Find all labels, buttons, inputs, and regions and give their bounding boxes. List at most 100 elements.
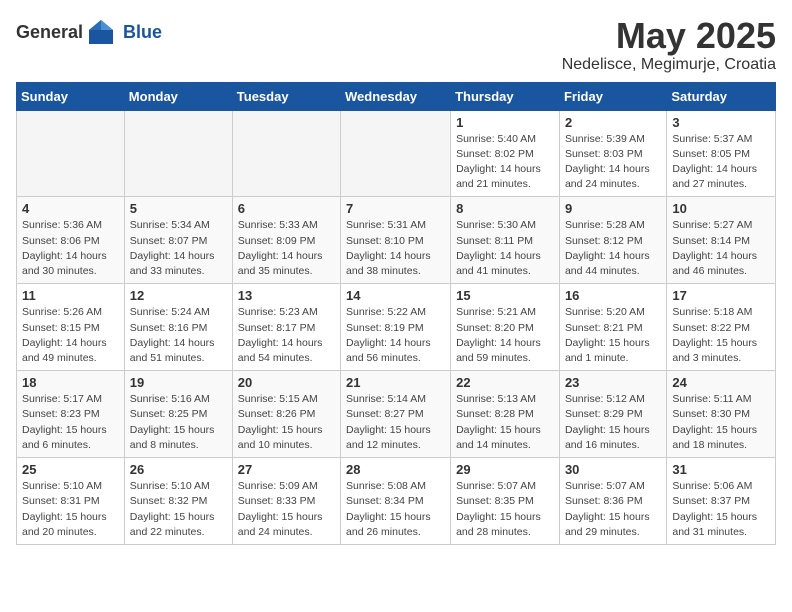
day-number: 23: [565, 375, 661, 390]
logo-icon: [85, 16, 117, 48]
day-number: 19: [130, 375, 227, 390]
day-cell-12: 12Sunrise: 5:24 AMSunset: 8:16 PMDayligh…: [124, 284, 232, 371]
logo-general: General: [16, 22, 83, 43]
day-cell-26: 26 Sunrise: 5:10 AMSunset: 8:32 PMDayligh…: [124, 458, 232, 545]
weekday-header-wednesday: Wednesday: [341, 82, 451, 110]
day-info: Sunrise: 5:39 AMSunset: 8:03 PMDaylight:…: [565, 132, 661, 193]
day-cell-21: 21 Sunrise: 5:14 AMSunset: 8:27 PMDayligh…: [341, 371, 451, 458]
day-info: Sunrise: 5:31 AMSunset: 8:10 PMDaylight:…: [346, 218, 445, 279]
day-cell-17: 17Sunrise: 5:18 AMSunset: 8:22 PMDayligh…: [667, 284, 776, 371]
day-info: Sunrise: 5:23 AMSunset: 8:17 PMDaylight:…: [238, 305, 335, 366]
day-info: Sunrise: 5:15 AMSunset: 8:26 PMDaylight:…: [238, 392, 335, 453]
week-row-2: 4Sunrise: 5:36 AMSunset: 8:06 PMDaylight…: [17, 197, 776, 284]
day-cell-7: 7 Sunrise: 5:31 AMSunset: 8:10 PMDaylight…: [341, 197, 451, 284]
week-row-1: 1 Sunrise: 5:40 AMSunset: 8:02 PMDaylight…: [17, 110, 776, 197]
day-number: 29: [456, 462, 554, 477]
day-number: 5: [130, 201, 227, 216]
day-number: 1: [456, 115, 554, 130]
day-info: Sunrise: 5:36 AMSunset: 8:06 PMDaylight:…: [22, 218, 119, 279]
day-info: Sunrise: 5:10 AMSunset: 8:31 PMDaylight:…: [22, 479, 119, 540]
day-number: 15: [456, 288, 554, 303]
day-number: 17: [672, 288, 770, 303]
day-cell-3: 3Sunrise: 5:37 AMSunset: 8:05 PMDaylight…: [667, 110, 776, 197]
day-info: Sunrise: 5:21 AMSunset: 8:20 PMDaylight:…: [456, 305, 554, 366]
day-cell-25: 25 Sunrise: 5:10 AMSunset: 8:31 PMDayligh…: [17, 458, 125, 545]
day-number: 16: [565, 288, 661, 303]
day-cell-28: 28 Sunrise: 5:08 AMSunset: 8:34 PMDayligh…: [341, 458, 451, 545]
day-info: Sunrise: 5:11 AMSunset: 8:30 PMDaylight:…: [672, 392, 770, 453]
day-number: 7: [346, 201, 445, 216]
day-info: Sunrise: 5:30 AMSunset: 8:11 PMDaylight:…: [456, 218, 554, 279]
day-cell-6: 6Sunrise: 5:33 AMSunset: 8:09 PMDaylight…: [232, 197, 340, 284]
day-info: Sunrise: 5:26 AMSunset: 8:15 PMDaylight:…: [22, 305, 119, 366]
header: General Blue May 2025 Nedelisce, Megimur…: [16, 16, 776, 74]
day-info: Sunrise: 5:27 AMSunset: 8:14 PMDaylight:…: [672, 218, 770, 279]
day-number: 21: [346, 375, 445, 390]
location-title: Nedelisce, Megimurje, Croatia: [562, 56, 776, 74]
logo: General Blue: [16, 16, 162, 48]
day-info: Sunrise: 5:06 AMSunset: 8:37 PMDaylight:…: [672, 479, 770, 540]
day-number: 8: [456, 201, 554, 216]
day-cell-empty-1: [124, 110, 232, 197]
day-info: Sunrise: 5:40 AMSunset: 8:02 PMDaylight:…: [456, 132, 554, 193]
day-cell-empty-0: [17, 110, 125, 197]
day-number: 28: [346, 462, 445, 477]
day-info: Sunrise: 5:17 AMSunset: 8:23 PMDaylight:…: [22, 392, 119, 453]
day-info: Sunrise: 5:20 AMSunset: 8:21 PMDaylight:…: [565, 305, 661, 366]
logo-blue: Blue: [123, 22, 162, 42]
day-info: Sunrise: 5:07 AMSunset: 8:35 PMDaylight:…: [456, 479, 554, 540]
day-number: 9: [565, 201, 661, 216]
day-cell-2: 2 Sunrise: 5:39 AMSunset: 8:03 PMDaylight…: [559, 110, 666, 197]
day-info: Sunrise: 5:13 AMSunset: 8:28 PMDaylight:…: [456, 392, 554, 453]
day-number: 20: [238, 375, 335, 390]
day-number: 26: [130, 462, 227, 477]
day-cell-11: 11Sunrise: 5:26 AMSunset: 8:15 PMDayligh…: [17, 284, 125, 371]
day-cell-31: 31 Sunrise: 5:06 AMSunset: 8:37 PMDayligh…: [667, 458, 776, 545]
day-number: 2: [565, 115, 661, 130]
weekday-header-thursday: Thursday: [451, 82, 560, 110]
day-number: 14: [346, 288, 445, 303]
day-cell-1: 1 Sunrise: 5:40 AMSunset: 8:02 PMDaylight…: [451, 110, 560, 197]
day-number: 25: [22, 462, 119, 477]
day-number: 27: [238, 462, 335, 477]
day-info: Sunrise: 5:34 AMSunset: 8:07 PMDaylight:…: [130, 218, 227, 279]
calendar-table: SundayMondayTuesdayWednesdayThursdayFrid…: [16, 82, 776, 545]
day-info: Sunrise: 5:28 AMSunset: 8:12 PMDaylight:…: [565, 218, 661, 279]
day-cell-29: 29 Sunrise: 5:07 AMSunset: 8:35 PMDayligh…: [451, 458, 560, 545]
month-title: May 2025: [562, 16, 776, 56]
day-number: 12: [130, 288, 227, 303]
day-info: Sunrise: 5:08 AMSunset: 8:34 PMDaylight:…: [346, 479, 445, 540]
day-number: 10: [672, 201, 770, 216]
day-info: Sunrise: 5:10 AMSunset: 8:32 PMDaylight:…: [130, 479, 227, 540]
week-row-5: 25 Sunrise: 5:10 AMSunset: 8:31 PMDayligh…: [17, 458, 776, 545]
day-number: 6: [238, 201, 335, 216]
day-cell-empty-3: [341, 110, 451, 197]
day-info: Sunrise: 5:16 AMSunset: 8:25 PMDaylight:…: [130, 392, 227, 453]
day-info: Sunrise: 5:12 AMSunset: 8:29 PMDaylight:…: [565, 392, 661, 453]
day-cell-4: 4Sunrise: 5:36 AMSunset: 8:06 PMDaylight…: [17, 197, 125, 284]
day-info: Sunrise: 5:14 AMSunset: 8:27 PMDaylight:…: [346, 392, 445, 453]
day-cell-24: 24 Sunrise: 5:11 AMSunset: 8:30 PMDayligh…: [667, 371, 776, 458]
day-cell-20: 20 Sunrise: 5:15 AMSunset: 8:26 PMDayligh…: [232, 371, 340, 458]
weekday-header-friday: Friday: [559, 82, 666, 110]
day-number: 31: [672, 462, 770, 477]
day-cell-9: 9 Sunrise: 5:28 AMSunset: 8:12 PMDaylight…: [559, 197, 666, 284]
day-number: 13: [238, 288, 335, 303]
day-cell-8: 8 Sunrise: 5:30 AMSunset: 8:11 PMDaylight…: [451, 197, 560, 284]
weekday-header-sunday: Sunday: [17, 82, 125, 110]
day-number: 22: [456, 375, 554, 390]
day-cell-30: 30Sunrise: 5:07 AMSunset: 8:36 PMDayligh…: [559, 458, 666, 545]
weekday-header-saturday: Saturday: [667, 82, 776, 110]
weekday-header-row: SundayMondayTuesdayWednesdayThursdayFrid…: [17, 82, 776, 110]
day-number: 18: [22, 375, 119, 390]
day-info: Sunrise: 5:07 AMSunset: 8:36 PMDaylight:…: [565, 479, 661, 540]
day-cell-5: 5 Sunrise: 5:34 AMSunset: 8:07 PMDaylight…: [124, 197, 232, 284]
day-cell-27: 27 Sunrise: 5:09 AMSunset: 8:33 PMDayligh…: [232, 458, 340, 545]
day-cell-16: 16 Sunrise: 5:20 AMSunset: 8:21 PMDayligh…: [559, 284, 666, 371]
day-cell-10: 10 Sunrise: 5:27 AMSunset: 8:14 PMDayligh…: [667, 197, 776, 284]
day-number: 24: [672, 375, 770, 390]
day-info: Sunrise: 5:37 AMSunset: 8:05 PMDaylight:…: [672, 132, 770, 193]
day-info: Sunrise: 5:09 AMSunset: 8:33 PMDaylight:…: [238, 479, 335, 540]
day-cell-13: 13 Sunrise: 5:23 AMSunset: 8:17 PMDayligh…: [232, 284, 340, 371]
day-cell-empty-2: [232, 110, 340, 197]
